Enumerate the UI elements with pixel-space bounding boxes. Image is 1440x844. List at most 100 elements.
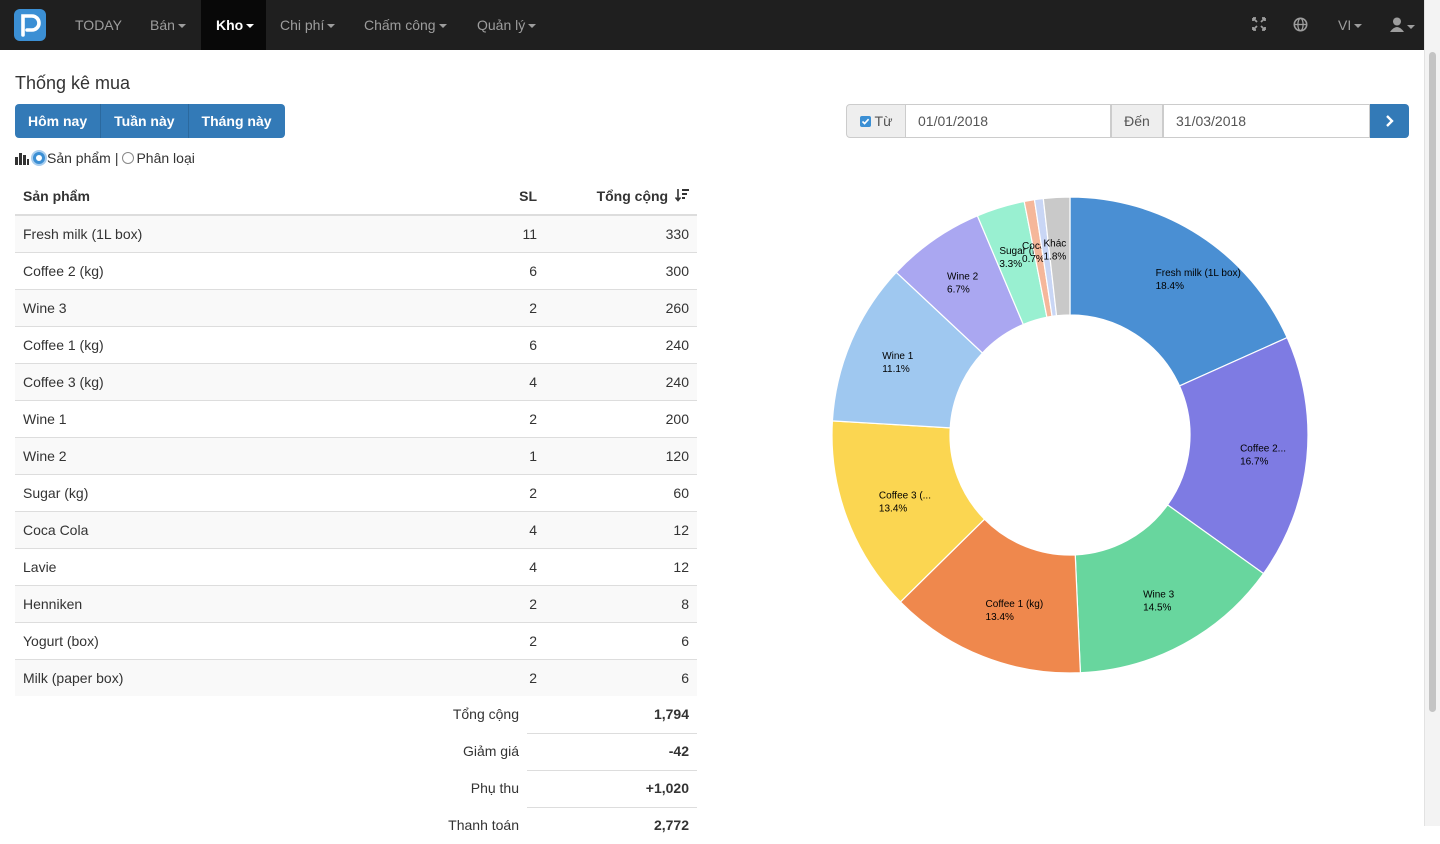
- range-month-button[interactable]: Tháng này: [188, 104, 285, 138]
- slice-percent: 16.7%: [1240, 457, 1268, 468]
- radio-phan-loai[interactable]: [122, 152, 135, 164]
- chevron-right-icon: [1386, 115, 1394, 127]
- table-row[interactable]: Wine 2 1 120: [15, 437, 697, 475]
- summary-label: Giảm giá: [462, 743, 519, 759]
- apply-date-button[interactable]: [1370, 104, 1409, 138]
- fullscreen-icon[interactable]: [1252, 17, 1268, 33]
- cell-qty: 2: [449, 585, 545, 623]
- cell-total: 300: [545, 252, 697, 290]
- cell-total: 60: [545, 474, 697, 512]
- cell-total: 6: [545, 659, 697, 696]
- nav-quan-ly[interactable]: Quản lý: [463, 0, 550, 50]
- cell-total: 240: [545, 363, 697, 401]
- from-label: Từ: [874, 113, 893, 129]
- slice-percent: 13.4%: [879, 504, 907, 515]
- header-product[interactable]: Sản phẩm: [15, 177, 449, 216]
- slice-label: Wine 3: [1143, 589, 1175, 600]
- from-addon[interactable]: Từ: [846, 104, 906, 138]
- slice-percent: 13.4%: [986, 612, 1014, 623]
- caret-down-icon: [438, 24, 447, 29]
- cell-product: Sugar (kg): [15, 474, 449, 512]
- summary-value: -42: [668, 743, 689, 759]
- from-date-input[interactable]: 01/01/2018: [905, 104, 1111, 138]
- cell-qty: 2: [449, 622, 545, 660]
- table-row[interactable]: Coffee 1 (kg) 6 240: [15, 326, 697, 364]
- table-row[interactable]: Milk (paper box) 2 6: [15, 659, 697, 696]
- to-label: Đến: [1111, 104, 1163, 138]
- language-dropdown[interactable]: VI: [1338, 0, 1363, 50]
- pie-svg: Fresh milk (1L box) 18.4% Coffee 2... 16.7%…: [831, 196, 1309, 674]
- cell-total: 330: [545, 214, 697, 253]
- range-button-group: Hôm nay Tuần này Tháng này: [15, 104, 285, 138]
- radio-san-pham-label: Sản phẩm: [47, 150, 111, 166]
- slice-label: Fresh milk (1L box): [1156, 268, 1241, 279]
- nav-kho[interactable]: Kho: [201, 0, 266, 50]
- slice-percent: 11.1%: [882, 364, 910, 375]
- nav-ban[interactable]: Bán: [136, 0, 200, 50]
- nav-cham-cong[interactable]: Chấm công: [350, 0, 461, 50]
- cell-product: Wine 2: [15, 437, 449, 475]
- cell-total: 8: [545, 585, 697, 623]
- cell-total: 12: [545, 511, 697, 549]
- mode-separator: |: [114, 150, 119, 166]
- globe-icon[interactable]: [1293, 17, 1309, 33]
- cell-qty: 1: [449, 437, 545, 475]
- bar-chart-icon: [15, 152, 29, 165]
- caret-down-icon: [528, 24, 537, 29]
- header-total[interactable]: Tổng cộng: [545, 177, 697, 216]
- cell-total: 240: [545, 326, 697, 364]
- caret-down-icon: [177, 24, 186, 29]
- summary-label: Thanh toán: [448, 817, 519, 833]
- summary-value: 2,772: [653, 817, 689, 833]
- summary-label: Tổng cộng: [452, 706, 519, 722]
- cell-product: Wine 1: [15, 400, 449, 438]
- nav-today[interactable]: TODAY: [60, 0, 137, 50]
- sort-desc-icon: [674, 188, 689, 202]
- cell-product: Henniken: [15, 585, 449, 623]
- checkbox-checked-icon[interactable]: [859, 116, 871, 127]
- cell-product: Coffee 3 (kg): [15, 363, 449, 401]
- summary-row: Giảm giá -42: [15, 733, 697, 770]
- summary-value: 1,794: [653, 706, 689, 722]
- radio-san-pham[interactable]: [33, 152, 45, 164]
- cell-qty: 11: [449, 214, 545, 253]
- cell-qty: 4: [449, 363, 545, 401]
- purchase-table: Sản phẩm SL Tổng cộng Fresh milk (1L box…: [15, 177, 697, 696]
- user-icon[interactable]: [1390, 17, 1416, 33]
- table-row[interactable]: Wine 1 2 200: [15, 400, 697, 438]
- top-navbar: TODAY Bán Kho Chi phí Chấm công Quản lý …: [0, 0, 1425, 50]
- cell-qty: 2: [449, 659, 545, 696]
- cell-qty: 6: [449, 326, 545, 364]
- logo-icon: [21, 14, 41, 37]
- cell-total: 260: [545, 289, 697, 327]
- nav-chi-phi[interactable]: Chi phí: [266, 0, 349, 50]
- page-title: Thống kê mua: [15, 73, 131, 93]
- slice-label: Coffee 1 (kg): [986, 599, 1044, 610]
- table-header-row: Sản phẩm SL Tổng cộng: [15, 177, 697, 216]
- to-date-input[interactable]: 31/03/2018: [1163, 104, 1370, 138]
- table-row[interactable]: Coffee 2 (kg) 6 300: [15, 252, 697, 290]
- cell-product: Yogurt (box): [15, 622, 449, 660]
- table-row[interactable]: Fresh milk (1L box) 11 330: [15, 214, 697, 253]
- table-row[interactable]: Yogurt (box) 2 6: [15, 622, 697, 660]
- table-row[interactable]: Sugar (kg) 2 60: [15, 474, 697, 512]
- cell-total: 6: [545, 622, 697, 660]
- table-row[interactable]: Coffee 3 (kg) 4 240: [15, 363, 697, 401]
- table-row[interactable]: Coca Cola 4 12: [15, 511, 697, 549]
- page-scrollbar[interactable]: [1424, 0, 1440, 826]
- cell-product: Wine 3: [15, 289, 449, 327]
- cell-qty: 2: [449, 289, 545, 327]
- table-row[interactable]: Wine 3 2 260: [15, 289, 697, 327]
- caret-down-icon: [246, 24, 255, 29]
- header-qty[interactable]: SL: [449, 177, 545, 216]
- range-week-button[interactable]: Tuần này: [101, 104, 189, 138]
- brand-logo[interactable]: [14, 9, 46, 41]
- slice-percent: 0.7%: [1022, 254, 1045, 265]
- scroll-thumb[interactable]: [1429, 52, 1436, 712]
- radio-phan-loai-label: Phân loại: [136, 150, 195, 166]
- range-today-button[interactable]: Hôm nay: [15, 104, 102, 138]
- table-row[interactable]: Henniken 2 8: [15, 585, 697, 623]
- caret-down-icon: [1354, 24, 1363, 29]
- table-row[interactable]: Lavie 4 12: [15, 548, 697, 586]
- cell-total: 12: [545, 548, 697, 586]
